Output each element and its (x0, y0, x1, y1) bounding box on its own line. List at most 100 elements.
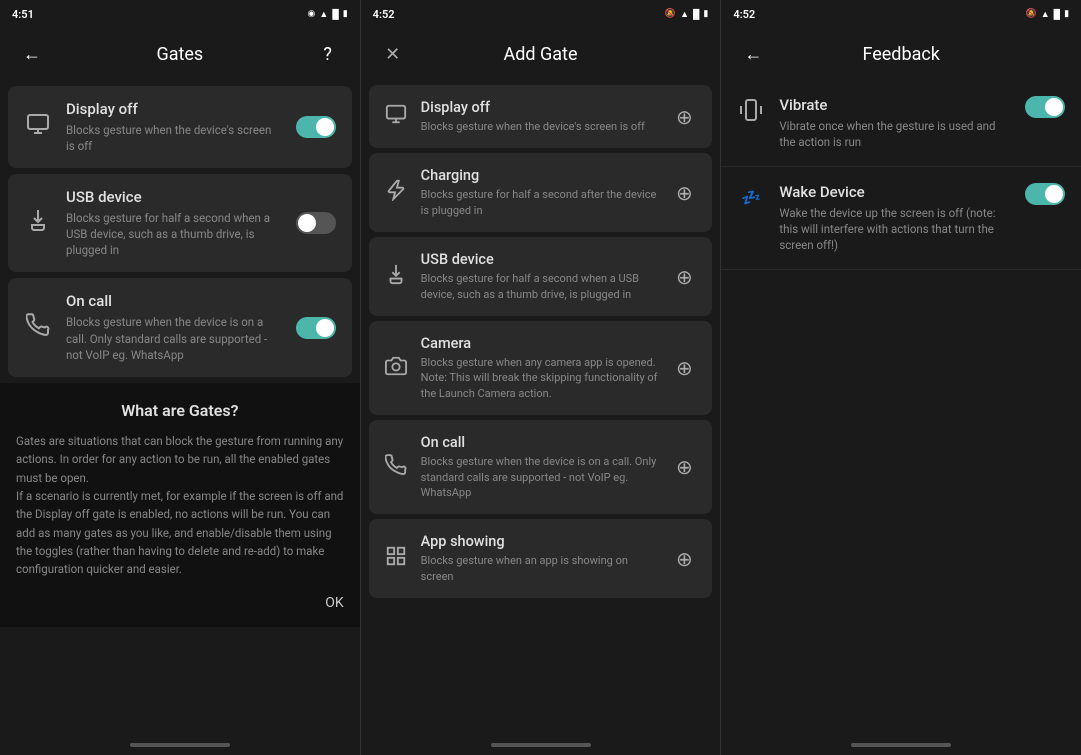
left-item-oncall[interactable]: On call Blocks gesture when the device i… (8, 278, 352, 376)
right-vibrate-title: Vibrate (779, 96, 1011, 114)
middle-signal-icon: █ (693, 9, 699, 20)
usb-icon (24, 208, 52, 238)
middle-item-usb[interactable]: USB device Blocks gesture for half a sec… (369, 237, 713, 316)
middle-content: Display off Blocks gesture when the devi… (361, 80, 721, 737)
middle-item-appshowing[interactable]: App showing Blocks gesture when an app i… (369, 519, 713, 598)
right-item-wakedevice[interactable]: 💤 Wake Device Wake the device up the scr… (721, 167, 1081, 270)
wakedevice-icon: 💤 (737, 185, 765, 215)
middle-usb-desc: Blocks gesture for half a second when a … (421, 271, 659, 302)
left-item-oncall-desc: Blocks gesture when the device is on a c… (66, 314, 282, 362)
middle-camera-title: Camera (421, 335, 659, 352)
left-info-section: What are Gates? Gates are situations tha… (0, 383, 360, 627)
right-back-icon[interactable]: ← (737, 38, 769, 70)
left-info-text: Gates are situations that can block the … (16, 432, 344, 579)
right-wakedevice-content: Wake Device Wake the device up the scree… (779, 183, 1011, 253)
left-item-oncall-content: On call Blocks gesture when the device i… (66, 292, 282, 362)
left-battery-icon: ▮ (343, 9, 348, 19)
left-status-icons: ◉ ▲ █ ▮ (308, 9, 348, 20)
middle-time: 4:52 (373, 8, 395, 21)
middle-oncall-icon (383, 454, 409, 481)
right-time: 4:52 (733, 8, 755, 21)
right-vibrate-content: Vibrate Vibrate once when the gesture is… (779, 96, 1011, 150)
left-time: 4:51 (12, 8, 34, 21)
middle-item-usb-content: USB device Blocks gesture for half a sec… (421, 251, 659, 302)
left-back-icon[interactable]: ← (16, 38, 48, 70)
middle-status-icons: 🔕 ▲ █ ▮ (665, 9, 708, 20)
middle-battery-icon: ▮ (703, 9, 708, 19)
left-status-icon-1: ◉ (308, 9, 316, 19)
left-nav-pill (130, 743, 230, 747)
oncall-icon (24, 313, 52, 343)
left-title: Gates (48, 44, 312, 65)
middle-charging-icon (383, 179, 409, 206)
middle-charging-title: Charging (421, 167, 659, 184)
middle-usb-add-button[interactable]: ⊕ (670, 263, 698, 291)
middle-usb-icon (383, 263, 409, 290)
right-wakedevice-title: Wake Device (779, 183, 1011, 201)
middle-usb-title: USB device (421, 251, 659, 268)
left-item-usb-title: USB device (66, 188, 282, 206)
middle-oncall-add-button[interactable]: ⊕ (670, 453, 698, 481)
left-usb-toggle[interactable] (296, 212, 336, 234)
middle-panel: 4:52 🔕 ▲ █ ▮ ✕ Add Gate Display off Bloc… (361, 0, 721, 755)
right-nav-pill (851, 743, 951, 747)
left-item-display-off[interactable]: Display off Blocks gesture when the devi… (8, 86, 352, 168)
middle-item-charging[interactable]: Charging Blocks gesture for half a secon… (369, 153, 713, 232)
left-item-usb[interactable]: USB device Blocks gesture for half a sec… (8, 174, 352, 272)
left-status-bar: 4:51 ◉ ▲ █ ▮ (0, 0, 360, 28)
middle-display-off-icon (383, 103, 409, 130)
middle-appshowing-title: App showing (421, 533, 659, 550)
middle-item-camera[interactable]: Camera Blocks gesture when any camera ap… (369, 321, 713, 415)
left-panel: 4:51 ◉ ▲ █ ▮ ← Gates ? Display off Block… (0, 0, 360, 755)
middle-camera-add-button[interactable]: ⊕ (670, 354, 698, 382)
middle-status-icon-bell: 🔕 (665, 9, 676, 19)
middle-appshowing-desc: Blocks gesture when an app is showing on… (421, 553, 659, 584)
left-item-display-off-title: Display off (66, 100, 282, 118)
left-wifi-icon: ▲ (319, 9, 328, 20)
right-status-icon-bell: 🔕 (1026, 9, 1037, 19)
left-display-off-toggle[interactable] (296, 116, 336, 138)
vibrate-icon (737, 98, 765, 128)
middle-item-display-off-content: Display off Blocks gesture when the devi… (421, 99, 659, 134)
right-wakedevice-desc: Wake the device up the screen is off (no… (779, 205, 1011, 253)
middle-display-off-title: Display off (421, 99, 659, 116)
left-info-ok-button[interactable]: OK (16, 591, 344, 615)
left-content: Display off Blocks gesture when the devi… (0, 80, 360, 737)
right-vibrate-desc: Vibrate once when the gesture is used an… (779, 118, 1011, 150)
middle-charging-add-button[interactable]: ⊕ (670, 179, 698, 207)
left-item-oncall-title: On call (66, 292, 282, 310)
right-item-vibrate[interactable]: Vibrate Vibrate once when the gesture is… (721, 80, 1081, 167)
right-wifi-icon: ▲ (1041, 9, 1050, 20)
display-off-icon (24, 112, 52, 142)
right-wakedevice-toggle[interactable] (1025, 183, 1065, 205)
middle-close-icon[interactable]: ✕ (377, 38, 409, 70)
middle-wifi-icon: ▲ (680, 9, 689, 20)
left-oncall-toggle[interactable] (296, 317, 336, 339)
middle-title: Add Gate (409, 44, 673, 65)
middle-appshowing-icon (383, 545, 409, 572)
middle-item-display-off[interactable]: Display off Blocks gesture when the devi… (369, 85, 713, 148)
middle-nav-pill (491, 743, 591, 747)
right-vibrate-toggle[interactable] (1025, 96, 1065, 118)
left-signal-icon: █ (332, 9, 338, 20)
left-item-usb-content: USB device Blocks gesture for half a sec… (66, 188, 282, 258)
middle-display-off-desc: Blocks gesture when the device's screen … (421, 119, 659, 134)
left-info-title: What are Gates? (16, 401, 344, 420)
middle-item-appshowing-content: App showing Blocks gesture when an app i… (421, 533, 659, 584)
left-item-display-off-desc: Blocks gesture when the device's screen … (66, 122, 282, 154)
middle-item-camera-content: Camera Blocks gesture when any camera ap… (421, 335, 659, 401)
left-header: ← Gates ? (0, 28, 360, 80)
right-status-icons: 🔕 ▲ █ ▮ (1026, 9, 1069, 20)
left-item-usb-desc: Blocks gesture for half a second when a … (66, 210, 282, 258)
middle-oncall-title: On call (421, 434, 659, 451)
middle-appshowing-add-button[interactable]: ⊕ (670, 545, 698, 573)
middle-item-oncall[interactable]: On call Blocks gesture when the device i… (369, 420, 713, 514)
left-help-icon[interactable]: ? (312, 38, 344, 70)
left-item-display-off-content: Display off Blocks gesture when the devi… (66, 100, 282, 154)
right-content: Vibrate Vibrate once when the gesture is… (721, 80, 1081, 737)
svg-text:💤: 💤 (741, 188, 761, 207)
middle-display-off-add-button[interactable]: ⊕ (670, 103, 698, 131)
middle-oncall-desc: Blocks gesture when the device is on a c… (421, 454, 659, 500)
middle-header: ✕ Add Gate (361, 28, 721, 80)
right-status-bar: 4:52 🔕 ▲ █ ▮ (721, 0, 1081, 28)
